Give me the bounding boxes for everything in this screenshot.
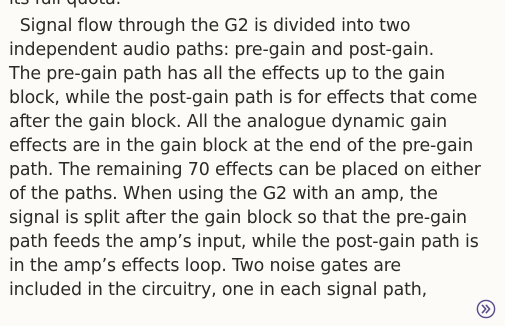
- paragraph-line-11: in the amp’s effects loop. Two noise gat…: [9, 256, 401, 276]
- paragraph-line-1: Signal flow through the G2 is divided in…: [9, 16, 411, 36]
- double-chevron-right-icon: [476, 299, 496, 319]
- article-page: its full quota. Signal flow through the …: [0, 0, 505, 326]
- paragraph-line-8: of the paths. When using the G2 with an …: [9, 184, 438, 204]
- paragraph-line-4: block, while the post-gain path is for e…: [9, 88, 478, 108]
- clipped-top-line: its full quota.: [9, 0, 121, 11]
- paragraph-line-5: after the gain block. All the analogue d…: [9, 112, 448, 132]
- paragraph-line-10: path feeds the amp’s input, while the po…: [9, 232, 479, 252]
- paragraph-line-2: independent audio paths: pre-gain and po…: [9, 40, 434, 60]
- paragraph-line-9: signal is split after the gain block so …: [9, 208, 467, 228]
- paragraph-line-6: effects are in the gain block at the end…: [9, 136, 474, 156]
- paragraph-line-12: included in the circuitry, one in each s…: [9, 280, 428, 300]
- paragraph-line-7: path. The remaining 70 effects can be pl…: [9, 160, 481, 180]
- paragraph-line-3: The pre-gain path has all the effects up…: [9, 64, 445, 84]
